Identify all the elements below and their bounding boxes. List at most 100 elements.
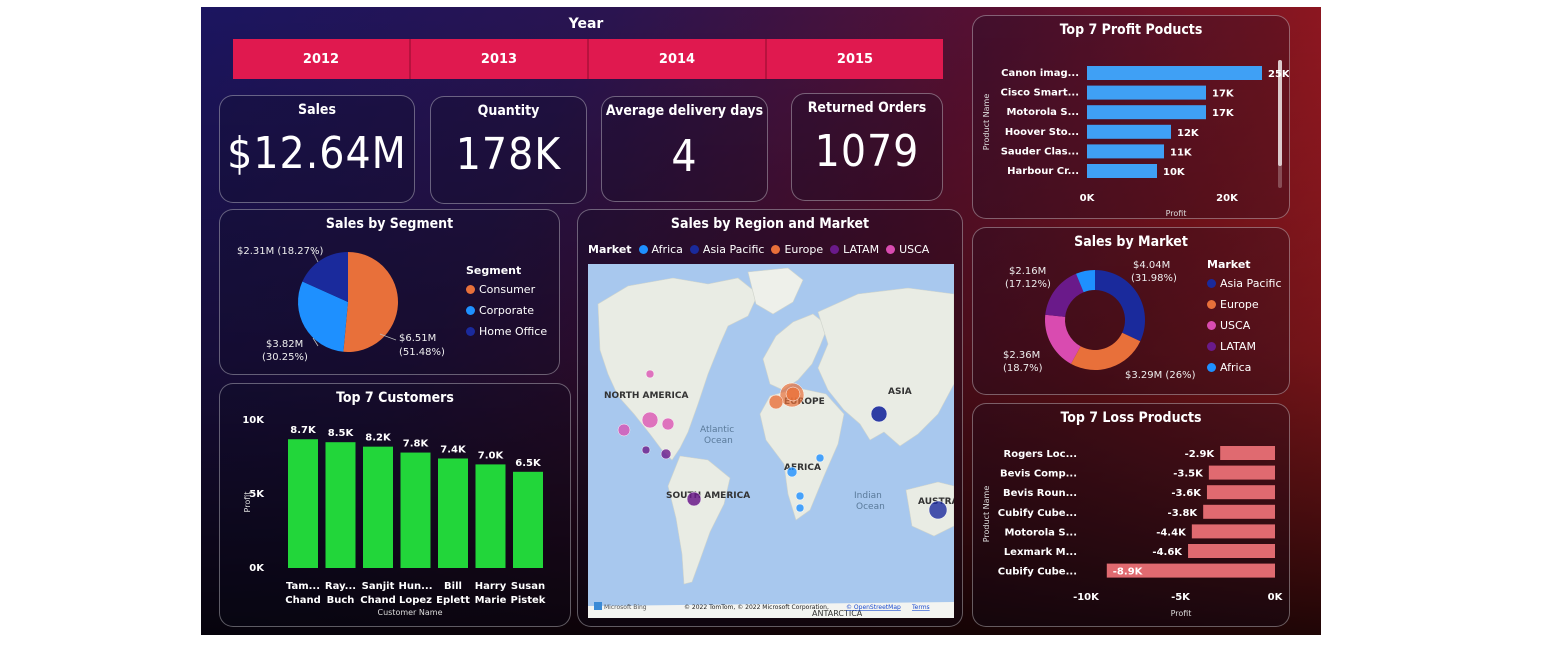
year-button-2013[interactable]: 2013 — [411, 39, 589, 79]
profit-category-label: Hoover Sto... — [1005, 127, 1079, 138]
usca-bubble[interactable] — [661, 417, 675, 431]
legend-label: Africa — [651, 243, 683, 256]
asia-pacific-bubble[interactable] — [928, 500, 948, 520]
latam-bubble[interactable] — [660, 448, 672, 460]
customers-chart-card[interactable]: Top 7 Customers 0K 5K 10K 8.7K Tam... Chand 8.… — [219, 383, 571, 627]
profit-bar[interactable] — [1087, 85, 1206, 100]
market-chart-card[interactable]: Sales by Market $4.04M (31.98%) $3.29M (… — [972, 227, 1290, 395]
legend-item-europe[interactable]: Europe — [1207, 298, 1282, 311]
latam-slice[interactable] — [1045, 273, 1084, 317]
world-map[interactable]: NORTH AMERICA EUROPE ASIA AFRICA SOUTH A… — [588, 264, 954, 618]
market-legend-title: Market — [1207, 258, 1251, 271]
legend-item-corporate[interactable]: Corporate — [466, 304, 547, 317]
asia-pacific-swatch — [689, 245, 699, 254]
loss-data-label: -3.6K — [1171, 488, 1202, 499]
region-map-title: Sales by Region and Market — [670, 216, 870, 232]
asia-pacific-bubble[interactable] — [870, 405, 888, 423]
bing-logo — [594, 602, 602, 610]
customer-category-label: Bill — [444, 581, 462, 592]
legend-item-usca[interactable]: USCA — [886, 243, 929, 256]
latam-bubble[interactable] — [686, 491, 702, 507]
usca-bubble[interactable] — [617, 423, 631, 437]
legend-item-latam[interactable]: LATAM — [830, 243, 879, 256]
segment-chart-card[interactable]: Sales by Segment $2.31M (18.27%) $3.82M … — [219, 209, 560, 375]
segment-legend-title: Segment — [466, 264, 522, 277]
europe-bubble[interactable] — [768, 394, 784, 410]
profit-ylabel: Product Name — [982, 94, 991, 151]
customer-data-label: 6.5K — [515, 458, 542, 469]
osm-link[interactable]: © OpenStreetMap — [846, 604, 901, 611]
profit-data-label: 12K — [1177, 128, 1200, 139]
map-credits: © 2022 TomTom, © 2022 Microsoft Corporat… — [684, 604, 829, 611]
loss-bar[interactable] — [1208, 465, 1275, 480]
profit-bar[interactable] — [1087, 144, 1164, 159]
africa-swatch — [638, 245, 648, 254]
latam-bubble[interactable] — [641, 445, 651, 455]
scrollbar-thumb[interactable] — [1278, 60, 1282, 166]
terms-link[interactable]: Terms — [911, 604, 930, 611]
loss-category-label: Rogers Loc... — [1004, 449, 1077, 460]
africa-bubble[interactable] — [795, 503, 805, 513]
year-button-2014[interactable]: 2014 — [589, 39, 767, 79]
segment-label-consumer-pct: (51.48%) — [399, 347, 445, 358]
customer-bar[interactable] — [513, 471, 543, 568]
loss-bar[interactable] — [1206, 485, 1275, 500]
year-button-2012[interactable]: 2012 — [233, 39, 411, 79]
region-map-card[interactable]: Sales by Region and Market Market Africa… — [577, 209, 963, 627]
africa-bubble[interactable] — [786, 466, 798, 478]
kpi-sales-label: Sales — [298, 102, 336, 118]
customer-bar[interactable] — [325, 442, 356, 568]
label-asia: ASIA — [888, 387, 912, 397]
usca-bubble[interactable] — [645, 369, 655, 379]
market-label-latam-pct: (17.12%) — [1005, 279, 1051, 290]
customer-bar[interactable] — [288, 439, 318, 568]
profit-category-label: Harbour Cr... — [1007, 166, 1079, 177]
profit-products-card[interactable]: Top 7 Profit Poducts Canon imag...25KCis… — [972, 15, 1290, 219]
legend-item-africa[interactable]: Africa — [638, 243, 683, 256]
customer-bar[interactable] — [475, 464, 506, 568]
legend-item-asia-pacific[interactable]: Asia Pacific — [689, 243, 765, 256]
usca-bubble[interactable] — [641, 411, 659, 429]
consumer-slice[interactable] — [343, 252, 399, 352]
year-slicer: 2012 2013 2014 2015 — [233, 39, 943, 79]
loss-bar[interactable] — [1191, 524, 1275, 539]
year-button-2015[interactable]: 2015 — [767, 39, 943, 79]
europe-slice[interactable] — [1070, 332, 1141, 370]
customer-category-label: Ray... — [325, 581, 356, 592]
africa-bubble[interactable] — [815, 453, 825, 463]
loss-products-card[interactable]: Top 7 Loss Products Rogers Loc... -2.9K Be… — [972, 403, 1290, 627]
customer-bar[interactable] — [438, 458, 468, 568]
loss-bar[interactable] — [1188, 544, 1275, 558]
legend-item-home-office[interactable]: Home Office — [466, 325, 547, 338]
market-label-europe: $3.29M (26%) — [1125, 370, 1196, 381]
kpi-returned-card[interactable]: Returned Orders 1079 — [791, 93, 943, 201]
profit-bar[interactable] — [1087, 164, 1157, 178]
market-label-asia: $4.04M — [1133, 260, 1170, 271]
legend-item-africa[interactable]: Africa — [1207, 361, 1282, 374]
kpi-returned-label: Returned Orders — [807, 100, 927, 116]
kpi-quantity-card[interactable]: Quantity 178K — [430, 96, 587, 204]
loss-bar[interactable] — [1220, 446, 1275, 460]
kpi-quantity-label: Quantity — [477, 103, 540, 119]
legend-item-latam[interactable]: LATAM — [1207, 340, 1282, 353]
segment-label-home-office: $2.31M (18.27%) — [237, 246, 323, 257]
profit-bar[interactable] — [1087, 124, 1171, 139]
legend-item-europe[interactable]: Europe — [771, 243, 823, 256]
legend-item-consumer[interactable]: Consumer — [466, 283, 547, 296]
legend-item-asia-pacific[interactable]: Asia Pacific — [1207, 277, 1282, 290]
kpi-delivery-card[interactable]: Average delivery days 4 — [601, 96, 768, 202]
europe-bubble[interactable] — [785, 386, 801, 402]
profit-bar[interactable] — [1087, 66, 1262, 80]
customers-bar-chart: 0K5K10K8.7KTam...Chand8.5KRay...Buch8.2K… — [242, 415, 545, 617]
profit-xlabel: Profit — [1166, 209, 1187, 218]
customer-bar[interactable] — [400, 452, 431, 568]
loss-bar[interactable] — [1203, 504, 1275, 519]
africa-bubble[interactable] — [795, 491, 805, 501]
kpi-sales-card[interactable]: Sales $12.64M — [219, 95, 415, 203]
label-atlantic: Atlantic — [700, 425, 734, 435]
legend-item-usca[interactable]: USCA — [1207, 319, 1282, 332]
legend-label: Asia Pacific — [702, 243, 765, 256]
profit-xtick: 0K — [1080, 193, 1096, 204]
profit-bar[interactable] — [1087, 105, 1206, 120]
customer-bar[interactable] — [363, 446, 393, 568]
